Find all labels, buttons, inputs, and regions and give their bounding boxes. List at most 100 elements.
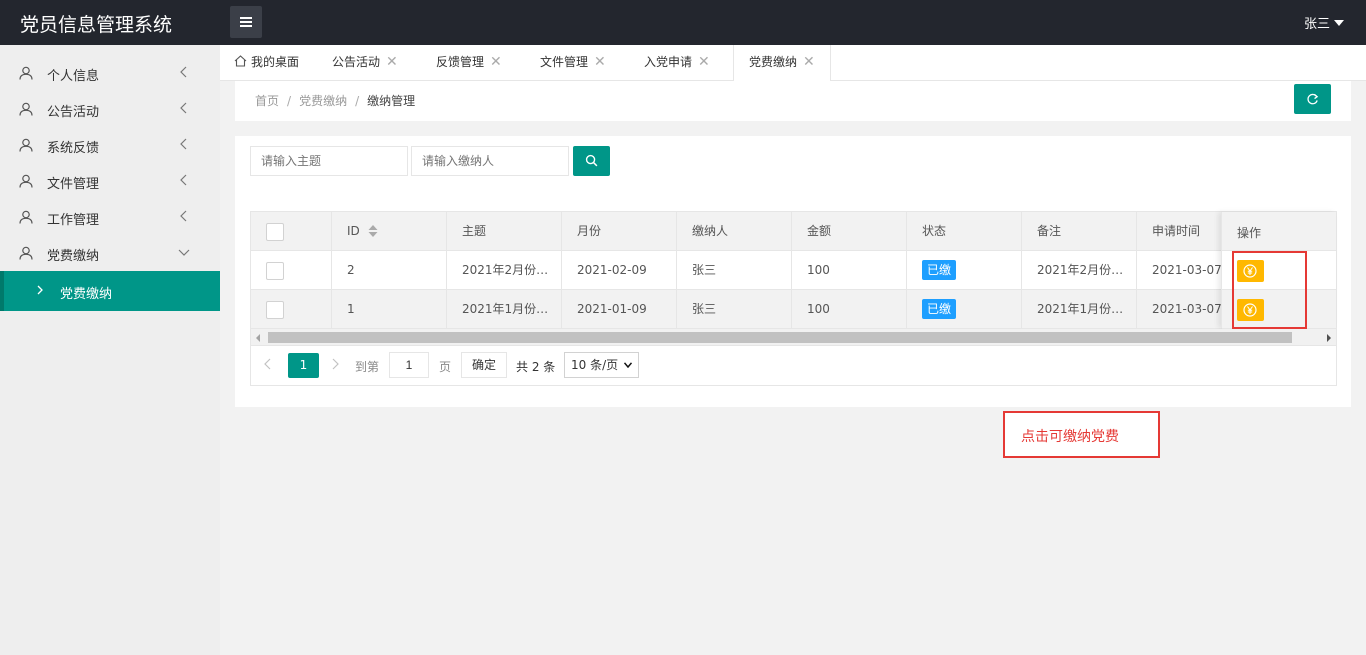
- chevron-right-icon: [37, 285, 43, 295]
- row-checkbox[interactable]: [266, 262, 284, 280]
- prev-page-icon[interactable]: [263, 357, 273, 371]
- menu-toggle-button[interactable]: [230, 6, 262, 38]
- page-size-select[interactable]: 10 条/页: [564, 352, 639, 378]
- row-checkbox[interactable]: [266, 301, 284, 319]
- table-header-row: ID 主题 月份 缴纳人 金额 状态 备注 申请时间: [251, 212, 1336, 251]
- home-icon: [234, 54, 247, 67]
- sidebar-item-profile[interactable]: 个人信息: [0, 55, 220, 91]
- pagination: 1 到第 页 确定 共 2 条 10 条/页: [251, 346, 1336, 385]
- breadcrumb-bar: 首页 / 党费缴纳 / 缴纳管理: [235, 81, 1351, 121]
- cell-subject: 2021年2月份…: [447, 251, 562, 290]
- tab-bar: 我的桌面 公告活动 ✕ 反馈管理 ✕ 文件管理 ✕ 入党申请 ✕ 党费缴纳 ✕: [220, 45, 1366, 82]
- sort-icon[interactable]: [368, 224, 378, 237]
- chevron-left-icon: [180, 174, 187, 186]
- sidebar-item-party-dues[interactable]: 党费缴纳: [0, 235, 220, 271]
- page-unit-label: 页: [439, 360, 452, 374]
- cell-remark: 2021年1月份…: [1022, 290, 1137, 329]
- cell-apply-time: 2021-03-07 0: [1152, 302, 1221, 316]
- chevron-down-icon: [624, 362, 632, 368]
- close-icon[interactable]: ✕: [803, 45, 815, 79]
- sidebar-item-work[interactable]: 工作管理: [0, 199, 220, 235]
- cell-payer: 张三: [677, 251, 792, 290]
- cell-apply-time: 2021-03-07 0: [1152, 263, 1221, 277]
- tab-announcements[interactable]: 公告活动 ✕: [332, 45, 398, 81]
- tab-files[interactable]: 文件管理 ✕: [540, 45, 606, 81]
- next-page-icon[interactable]: [330, 357, 340, 371]
- breadcrumb-home[interactable]: 首页: [255, 94, 279, 108]
- column-header-operation: 操作: [1237, 226, 1262, 240]
- sidebar-item-label: 工作管理: [47, 213, 100, 228]
- active-indicator: [0, 271, 4, 311]
- close-icon[interactable]: ✕: [698, 45, 710, 79]
- sidebar-subitem-party-dues[interactable]: 党费缴纳: [0, 271, 220, 311]
- page-button-current[interactable]: 1: [288, 353, 319, 378]
- cell-amount: 100: [792, 290, 907, 329]
- user-icon: [19, 246, 33, 260]
- column-header-subject: 主题: [447, 212, 562, 251]
- cell-month: 2021-01-09: [562, 290, 677, 329]
- sidebar-item-feedback[interactable]: 系统反馈: [0, 127, 220, 163]
- main-panel: ID 主题 月份 缴纳人 金额 状态 备注 申请时间 2 2021年2月份… 2…: [235, 136, 1351, 407]
- sidebar-item-label: 个人信息: [47, 69, 100, 84]
- cell-id: 1: [332, 290, 447, 329]
- sidebar-item-files[interactable]: 文件管理: [0, 163, 220, 199]
- payer-search-input[interactable]: [411, 146, 569, 176]
- column-header-amount: 金额: [792, 212, 907, 251]
- scroll-right-icon[interactable]: [1327, 334, 1331, 342]
- tab-application[interactable]: 入党申请 ✕: [644, 45, 710, 81]
- table-row: 1 2021年1月份… 2021-01-09 张三 100 已缴 2021年1月…: [251, 290, 1336, 329]
- total-count: 共 2 条: [516, 360, 556, 374]
- sidebar-item-announcements[interactable]: 公告活动: [0, 91, 220, 127]
- subject-search-input[interactable]: [250, 146, 408, 176]
- highlight-box: [1232, 251, 1307, 329]
- tab-feedback[interactable]: 反馈管理 ✕: [436, 45, 502, 81]
- chevron-left-icon: [180, 138, 187, 150]
- caret-down-icon: [1334, 19, 1344, 26]
- select-all-checkbox[interactable]: [266, 223, 284, 241]
- tab-party-dues[interactable]: 党费缴纳 ✕: [733, 45, 831, 82]
- chevron-down-icon: [178, 249, 190, 256]
- annotation-callout: 点击可缴纳党费: [1003, 411, 1160, 458]
- sidebar-item-label: 党费缴纳: [47, 249, 100, 264]
- column-header-month: 月份: [562, 212, 677, 251]
- table-row: 2 2021年2月份… 2021-02-09 张三 100 已缴 2021年2月…: [251, 251, 1336, 290]
- scrollbar-thumb[interactable]: [268, 332, 1292, 343]
- status-badge: 已缴: [922, 259, 957, 280]
- breadcrumb: 首页 / 党费缴纳 / 缴纳管理: [255, 94, 416, 108]
- dues-table: ID 主题 月份 缴纳人 金额 状态 备注 申请时间 2 2021年2月份… 2…: [250, 211, 1337, 386]
- cell-payer: 张三: [677, 290, 792, 329]
- goto-label: 到第: [355, 360, 380, 374]
- cell-remark: 2021年2月份…: [1022, 251, 1137, 290]
- cell-month: 2021-02-09: [562, 251, 677, 290]
- column-header-apply-time: 申请时间: [1152, 224, 1201, 238]
- confirm-page-button[interactable]: 确定: [461, 352, 507, 378]
- user-icon: [19, 66, 33, 80]
- breadcrumb-current: 缴纳管理: [367, 94, 416, 108]
- page-number-input[interactable]: [389, 352, 429, 378]
- user-icon: [19, 210, 33, 224]
- column-header-status: 状态: [907, 212, 1022, 251]
- close-icon[interactable]: ✕: [386, 45, 398, 79]
- column-header-remark: 备注: [1022, 212, 1137, 251]
- user-name: 张三: [1303, 17, 1330, 32]
- sidebar-item-label: 系统反馈: [47, 141, 100, 156]
- sidebar: 个人信息 公告活动 系统反馈 文件管理 工作管理 党费缴纳 党费缴纳: [0, 45, 220, 655]
- user-menu[interactable]: 张三: [1304, 13, 1344, 32]
- annotation-text: 点击可缴纳党费: [1021, 429, 1119, 445]
- chevron-left-icon: [180, 210, 187, 222]
- cell-subject: 2021年1月份…: [447, 290, 562, 329]
- refresh-button[interactable]: [1294, 84, 1331, 114]
- chevron-left-icon: [180, 102, 187, 114]
- tab-desktop[interactable]: 我的桌面: [234, 45, 299, 81]
- column-header-id[interactable]: ID: [332, 212, 447, 251]
- scroll-left-icon[interactable]: [256, 334, 260, 342]
- close-icon[interactable]: ✕: [594, 45, 606, 79]
- cell-amount: 100: [792, 251, 907, 290]
- close-icon[interactable]: ✕: [490, 45, 502, 79]
- status-badge: 已缴: [922, 298, 957, 319]
- cell-id: 2: [332, 251, 447, 290]
- column-header-payer: 缴纳人: [677, 212, 792, 251]
- search-button[interactable]: [573, 146, 610, 176]
- breadcrumb-parent[interactable]: 党费缴纳: [299, 94, 347, 108]
- horizontal-scrollbar[interactable]: [251, 329, 1336, 346]
